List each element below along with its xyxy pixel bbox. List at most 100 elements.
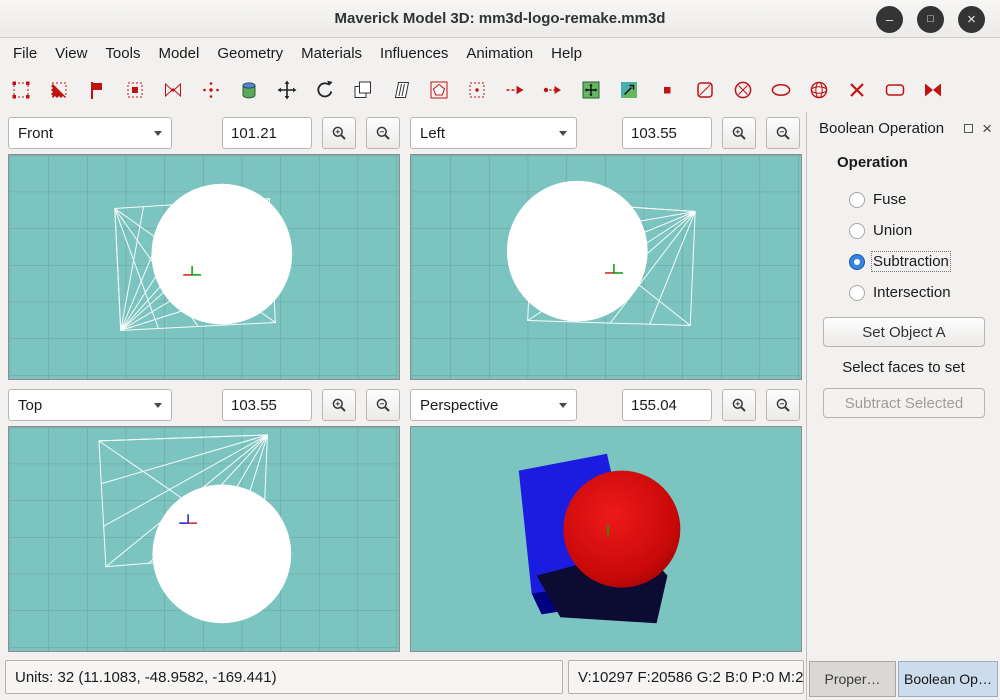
radio-fuse[interactable]: Fuse bbox=[849, 189, 951, 210]
radio-circle-icon bbox=[849, 192, 865, 208]
faces-hint-label: Select faces to set bbox=[807, 359, 1000, 376]
select-points-icon[interactable] bbox=[198, 78, 223, 103]
zoom-out-button-front[interactable] bbox=[366, 117, 400, 149]
zoom-input-front[interactable] bbox=[222, 117, 312, 149]
menu-tools[interactable]: Tools bbox=[96, 41, 149, 66]
radio-subtraction[interactable]: Subtraction bbox=[849, 251, 951, 272]
subtract-selected-button[interactable]: Subtract Selected bbox=[823, 388, 985, 418]
zoom-in-button-front[interactable] bbox=[322, 117, 356, 149]
zoom-in-icon bbox=[731, 397, 747, 413]
chevron-down-icon bbox=[559, 131, 567, 136]
background-scale-tool-icon[interactable] bbox=[616, 78, 641, 103]
viewport-canvas-top[interactable] bbox=[8, 426, 400, 652]
delete-tool-icon[interactable] bbox=[844, 78, 869, 103]
chevron-down-icon bbox=[154, 403, 162, 408]
zoom-in-button-top[interactable] bbox=[322, 389, 356, 421]
window-title: Maverick Model 3D: mm3d-logo-remake.mm3d bbox=[335, 10, 666, 27]
maximize-icon: □ bbox=[927, 14, 934, 25]
radio-circle-icon bbox=[849, 285, 865, 301]
rotate-tool-icon[interactable] bbox=[312, 78, 337, 103]
menu-bar: File View Tools Model Geometry Materials… bbox=[0, 38, 1000, 68]
radio-union[interactable]: Union bbox=[849, 220, 951, 241]
view-select-left[interactable]: Left bbox=[410, 117, 577, 149]
minimize-button[interactable]: – bbox=[876, 6, 903, 33]
select-bone-joints-icon[interactable] bbox=[160, 78, 185, 103]
menu-animation[interactable]: Animation bbox=[457, 41, 542, 66]
zoom-input-top[interactable] bbox=[222, 389, 312, 421]
panel-title: Boolean Operation bbox=[819, 120, 955, 137]
viewport-canvas-left[interactable] bbox=[410, 154, 802, 380]
make-face-tool-icon[interactable] bbox=[654, 78, 679, 103]
close-icon: × bbox=[967, 12, 976, 27]
close-button[interactable]: × bbox=[958, 6, 985, 33]
status-units-text: Units: 32 (11.1083, -48.9582, -169.441) bbox=[15, 669, 277, 686]
radio-circle-checked-icon bbox=[849, 254, 865, 270]
viewport-canvas-front[interactable] bbox=[8, 154, 400, 380]
zoom-in-icon bbox=[331, 125, 347, 141]
select-groups-icon[interactable] bbox=[122, 78, 147, 103]
create-torus-icon[interactable] bbox=[920, 78, 945, 103]
zoom-out-button-perspective[interactable] bbox=[766, 389, 800, 421]
select-projections-icon[interactable] bbox=[236, 78, 261, 103]
maximize-button[interactable]: □ bbox=[917, 6, 944, 33]
move-tool-icon[interactable] bbox=[274, 78, 299, 103]
menu-influences[interactable]: Influences bbox=[371, 41, 457, 66]
view-select-top[interactable]: Top bbox=[8, 389, 172, 421]
select-faces-icon[interactable] bbox=[46, 78, 71, 103]
tab-properties[interactable]: Proper… bbox=[809, 661, 896, 697]
select-vertices-icon[interactable] bbox=[8, 78, 33, 103]
zoom-in-button-left[interactable] bbox=[722, 117, 756, 149]
zoom-out-icon bbox=[775, 125, 791, 141]
status-units: Units: 32 (11.1083, -48.9582, -169.441) bbox=[5, 660, 563, 694]
radio-intersection[interactable]: Intersection bbox=[849, 282, 951, 303]
view-select-perspective-value: Perspective bbox=[420, 397, 498, 414]
shear-tool-icon[interactable] bbox=[388, 78, 413, 103]
zoom-input-perspective[interactable] bbox=[622, 389, 712, 421]
extrude-tool-icon[interactable] bbox=[350, 78, 375, 103]
zoom-input-left[interactable] bbox=[622, 117, 712, 149]
zoom-out-icon bbox=[775, 397, 791, 413]
view-select-perspective[interactable]: Perspective bbox=[410, 389, 577, 421]
panel-close-icon[interactable]: × bbox=[982, 120, 992, 137]
vertex-tool-icon[interactable] bbox=[464, 78, 489, 103]
select-connected-icon[interactable] bbox=[84, 78, 109, 103]
status-stats-text: V:10297 F:20586 G:2 B:0 P:0 M:2 bbox=[578, 669, 803, 686]
chevron-down-icon bbox=[154, 131, 162, 136]
menu-view[interactable]: View bbox=[46, 41, 96, 66]
panel-header: Boolean Operation × bbox=[819, 120, 992, 137]
menu-help[interactable]: Help bbox=[542, 41, 591, 66]
operation-section-label: Operation bbox=[837, 154, 908, 171]
viewport-canvas-perspective[interactable] bbox=[410, 426, 802, 652]
create-sphere-icon[interactable] bbox=[730, 78, 755, 103]
title-bar[interactable]: Maverick Model 3D: mm3d-logo-remake.mm3d… bbox=[0, 0, 1000, 38]
view-select-front-value: Front bbox=[18, 125, 53, 142]
drag-vertex-tool-icon[interactable] bbox=[502, 78, 527, 103]
radio-intersection-label: Intersection bbox=[873, 284, 951, 301]
zoom-in-icon bbox=[731, 125, 747, 141]
zoom-out-icon bbox=[375, 125, 391, 141]
zoom-out-button-left[interactable] bbox=[766, 117, 800, 149]
create-rectangle-icon[interactable] bbox=[882, 78, 907, 103]
menu-file[interactable]: File bbox=[4, 41, 46, 66]
dock-tab-bar: Proper… Boolean Op… bbox=[807, 659, 1000, 700]
zoom-in-icon bbox=[331, 397, 347, 413]
create-ellipsoid-icon[interactable] bbox=[768, 78, 793, 103]
menu-geometry[interactable]: Geometry bbox=[208, 41, 292, 66]
zoom-out-icon bbox=[375, 397, 391, 413]
menu-materials[interactable]: Materials bbox=[292, 41, 371, 66]
background-move-tool-icon[interactable] bbox=[578, 78, 603, 103]
zoom-out-button-top[interactable] bbox=[366, 389, 400, 421]
radio-circle-icon bbox=[849, 223, 865, 239]
menu-model[interactable]: Model bbox=[149, 41, 208, 66]
toolbar bbox=[0, 68, 1000, 112]
tab-boolean-operation[interactable]: Boolean Op… bbox=[898, 661, 998, 697]
view-select-front[interactable]: Front bbox=[8, 117, 172, 149]
operation-radio-group: Fuse Union Subtraction Intersection bbox=[849, 189, 951, 313]
zoom-in-button-perspective[interactable] bbox=[722, 389, 756, 421]
edge-turn-tool-icon[interactable] bbox=[540, 78, 565, 103]
polygon-tool-icon[interactable] bbox=[426, 78, 451, 103]
set-object-a-button[interactable]: Set Object A bbox=[823, 317, 985, 347]
create-geosphere-icon[interactable] bbox=[806, 78, 831, 103]
undock-icon[interactable] bbox=[964, 124, 973, 133]
create-cube-icon[interactable] bbox=[692, 78, 717, 103]
